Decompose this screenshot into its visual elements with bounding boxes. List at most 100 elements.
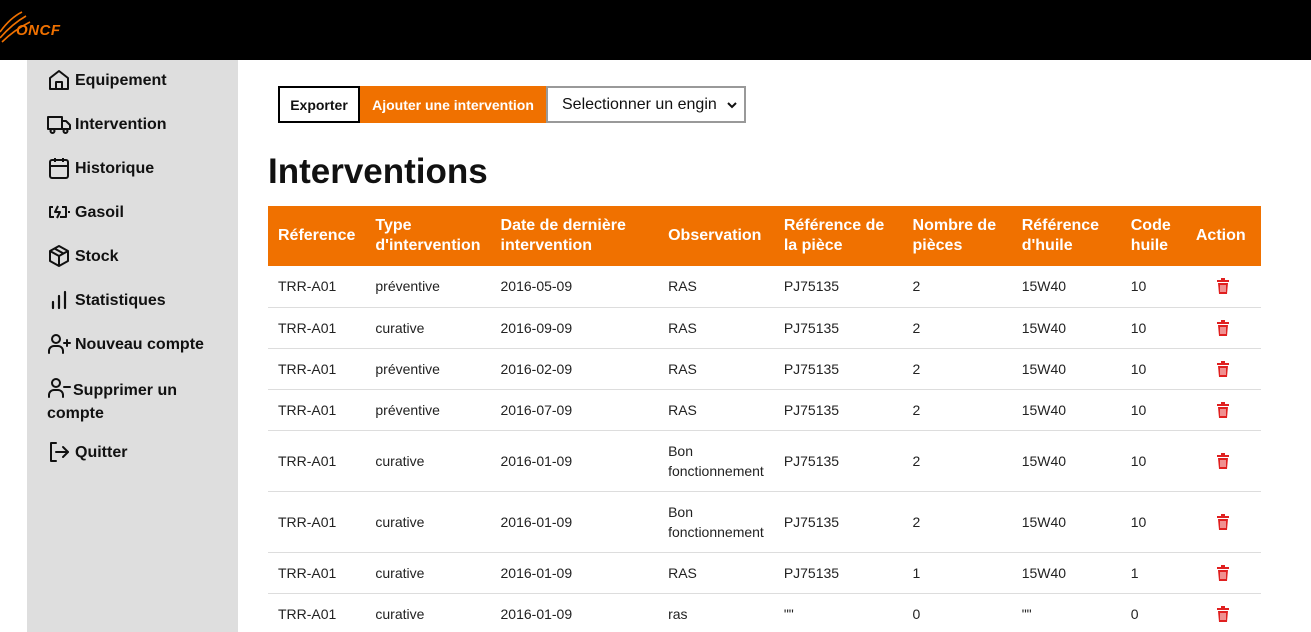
piece-reference-cell: PJ75135 bbox=[773, 552, 903, 594]
sidebar-item-stock[interactable]: Stock bbox=[47, 245, 232, 268]
type-cell: curative bbox=[365, 491, 491, 553]
engine-select-value: Selectionner un engin bbox=[562, 95, 717, 113]
sidebar-item-equipement[interactable]: Equipement bbox=[47, 70, 232, 92]
sidebar-item-label: Supprimer un compte bbox=[47, 378, 232, 425]
column-header: Référence de la pièce bbox=[783, 217, 885, 254]
table-row: TRR-A01 préventive 2016-07-09 RAS PJ75135 2 15… bbox=[268, 389, 1261, 431]
oil-code-cell: 10 bbox=[1120, 307, 1186, 349]
oil-reference-cell: 15W40 bbox=[1011, 430, 1121, 492]
observation-cell: RAS bbox=[658, 389, 774, 431]
action-cell bbox=[1185, 389, 1261, 431]
sidebar-item-statistiques[interactable]: Statistiques bbox=[47, 290, 232, 312]
table-row: TRR-A01 curative 2016-01-09 Bon fonctionnem… bbox=[268, 491, 1261, 553]
oil-reference-cell: 15W40 bbox=[1011, 348, 1121, 390]
date-cell: 2016-02-09 bbox=[490, 348, 659, 390]
sidebar-item-label: Nouveau compte bbox=[75, 336, 204, 353]
type-cell: curative bbox=[365, 593, 491, 632]
piece-count-cell: 0 bbox=[902, 593, 1012, 632]
type-cell: préventive bbox=[365, 389, 491, 431]
battery-charging-icon bbox=[49, 205, 70, 219]
oil-code-cell: 10 bbox=[1120, 491, 1186, 553]
piece-reference-cell: PJ75135 bbox=[773, 307, 903, 349]
user-plus-icon bbox=[48, 334, 71, 354]
type-cell: curative bbox=[365, 552, 491, 594]
action-cell bbox=[1185, 552, 1261, 594]
trash-icon[interactable] bbox=[1216, 360, 1230, 377]
observation-cell: RAS bbox=[658, 307, 774, 349]
piece-count-cell: 2 bbox=[902, 389, 1012, 431]
column-header: Observation bbox=[668, 227, 762, 244]
piece-reference-cell: PJ75135 bbox=[773, 491, 903, 553]
reference-cell: TRR-A01 bbox=[268, 389, 366, 431]
add-intervention-button[interactable]: Ajouter une intervention bbox=[360, 86, 546, 123]
observation-cell: RAS bbox=[658, 266, 774, 308]
sidebar-item-gasoil[interactable]: Gasoil bbox=[47, 202, 232, 224]
oil-code-cell: 10 bbox=[1120, 430, 1186, 492]
table-row: TRR-A01 curative 2016-01-09 Bon fonctionnem… bbox=[268, 430, 1261, 492]
oil-reference-cell: 15W40 bbox=[1011, 491, 1121, 553]
sidebar-item-intervention[interactable]: Intervention bbox=[47, 114, 232, 136]
oil-code-cell: 10 bbox=[1120, 389, 1186, 431]
piece-count-cell: 2 bbox=[902, 491, 1012, 553]
engine-select[interactable]: Selectionner un engin bbox=[546, 86, 746, 123]
column-header: Date de dernière intervention bbox=[500, 217, 626, 254]
piece-count-cell: 2 bbox=[902, 348, 1012, 390]
piece-reference-cell: PJ75135 bbox=[773, 348, 903, 390]
oil-reference-cell: "" bbox=[1011, 593, 1121, 632]
action-cell bbox=[1185, 307, 1261, 349]
piece-count-cell: 2 bbox=[902, 430, 1012, 492]
trash-icon[interactable] bbox=[1216, 278, 1230, 295]
piece-count-cell: 2 bbox=[902, 307, 1012, 349]
table-row: TRR-A01 curative 2016-01-09 ras "" 0 "" 0 bbox=[268, 593, 1261, 632]
column-header: Action bbox=[1195, 227, 1246, 244]
page-title: Interventions bbox=[268, 152, 488, 191]
reference-cell: TRR-A01 bbox=[268, 593, 366, 632]
action-cell bbox=[1185, 593, 1261, 632]
oil-reference-cell: 15W40 bbox=[1011, 266, 1121, 308]
reference-cell: TRR-A01 bbox=[268, 491, 366, 553]
trash-icon[interactable] bbox=[1216, 513, 1230, 530]
piece-reference-cell: PJ75135 bbox=[773, 266, 903, 308]
column-header: Nombre de pièces bbox=[912, 217, 997, 254]
home-icon bbox=[49, 70, 69, 90]
sidebar-item-label: Historique bbox=[75, 160, 155, 177]
action-cell bbox=[1185, 348, 1261, 390]
table-row: TRR-A01 curative 2016-09-09 RAS PJ75135 2 15W4… bbox=[268, 307, 1261, 349]
top-bar: ONCF bbox=[0, 0, 1311, 60]
date-cell: 2016-01-09 bbox=[490, 593, 659, 632]
date-cell: 2016-09-09 bbox=[490, 307, 659, 349]
sidebar-item-label: Intervention bbox=[75, 116, 167, 133]
piece-count-cell: 1 bbox=[902, 552, 1012, 594]
column-header: Réference bbox=[278, 227, 356, 244]
date-cell: 2016-01-09 bbox=[490, 552, 659, 594]
table-row: TRR-A01 curative 2016-01-09 RAS PJ75135 1 15W4… bbox=[268, 552, 1261, 594]
action-cell bbox=[1185, 491, 1261, 553]
trash-icon[interactable] bbox=[1216, 605, 1230, 622]
sidebar-item-label: Quitter bbox=[75, 444, 128, 461]
toolbar: Exporter Ajouter une intervention Select… bbox=[278, 86, 746, 123]
sidebar: Equipement Intervention Historique Gasoi… bbox=[27, 60, 238, 632]
sidebar-item-nouveau-compte[interactable]: Nouveau compte bbox=[47, 334, 232, 356]
reference-cell: TRR-A01 bbox=[268, 552, 366, 594]
type-cell: préventive bbox=[365, 266, 491, 308]
trash-icon[interactable] bbox=[1216, 401, 1230, 418]
sidebar-item-label: Stock bbox=[75, 248, 119, 265]
trash-icon[interactable] bbox=[1216, 319, 1230, 336]
logout-icon bbox=[50, 442, 69, 462]
action-cell bbox=[1185, 430, 1261, 492]
trash-icon[interactable] bbox=[1216, 452, 1230, 469]
chevron-down-icon bbox=[727, 102, 737, 109]
date-cell: 2016-01-09 bbox=[490, 430, 659, 492]
sidebar-item-quitter[interactable]: Quitter bbox=[47, 442, 232, 464]
table-row: TRR-A01 préventive 2016-05-09 RAS PJ75135 2 15… bbox=[268, 266, 1261, 308]
export-button[interactable]: Exporter bbox=[278, 86, 360, 123]
date-cell: 2016-07-09 bbox=[490, 389, 659, 431]
type-cell: curative bbox=[365, 430, 491, 492]
box-icon bbox=[49, 245, 69, 267]
oil-code-cell: 0 bbox=[1120, 593, 1186, 632]
sidebar-item-supprimer-compte[interactable]: Supprimer un compte bbox=[47, 378, 232, 425]
trash-icon[interactable] bbox=[1216, 564, 1230, 581]
observation-cell: Bon fonctionnement bbox=[658, 430, 774, 492]
sidebar-item-historique[interactable]: Historique bbox=[47, 158, 232, 180]
logo-text: ONCF bbox=[16, 22, 61, 39]
